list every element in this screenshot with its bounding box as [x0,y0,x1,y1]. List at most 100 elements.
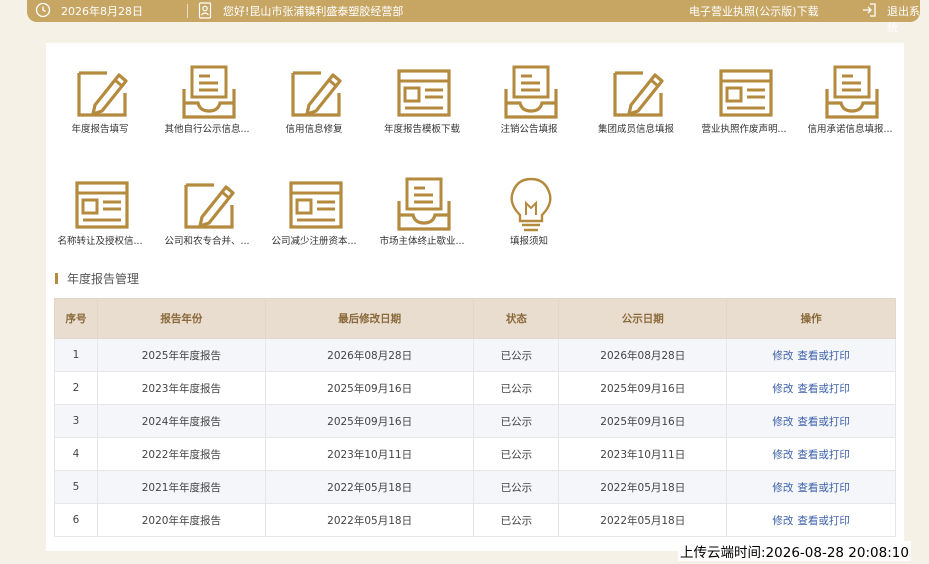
tile-13[interactable]: 填报须知 [480,155,578,255]
cell-published: 2023年10月11日 [558,437,728,471]
pencil-edit-icon [613,71,664,117]
col-header-no: 序号 [54,298,98,339]
annual-report-table: 序号 报告年份 最后修改日期 状态 公示日期 操作 1 2025年年度报告 2026… [54,298,896,537]
divider [187,4,188,18]
cell-modified: 2025年09月16日 [264,371,475,405]
pencil-edit-icon [184,183,235,229]
tile-9[interactable]: 名称转让及授权信... [51,155,149,255]
view-print-link[interactable]: 查看或打印 [797,416,850,428]
tile-10[interactable]: 公司和农专合并、... [158,155,256,255]
cell-year: 2020年年度报告 [96,503,266,537]
cell-published: 2025年09月16日 [558,371,728,405]
tile-label: 其他自行公示信息... [164,124,250,135]
inbox-tray-icon [397,177,451,231]
tile-3[interactable]: 信用信息修复 [265,43,363,143]
cell-actions: 修改 查看或打印 [726,371,896,405]
clock-icon [35,2,51,18]
pencil-edit-icon [291,71,342,117]
cell-year: 2025年年度报告 [96,338,266,372]
col-header-year: 报告年份 [96,298,266,339]
lightbulb-icon [510,177,552,232]
cell-status: 已公示 [473,404,560,438]
edit-link[interactable]: 修改 [772,449,793,461]
cell-published: 2025年09月16日 [558,404,728,438]
table-row: 4 2022年年度报告 2023年10月11日 已公示 2023年10月11日 修改 查看或… [54,437,896,471]
view-print-link[interactable]: 查看或打印 [797,515,850,527]
cell-status: 已公示 [473,470,560,504]
tile-label: 集团成员信息填报 [597,124,674,135]
view-print-link[interactable]: 查看或打印 [797,449,850,461]
top-bar: 2026年8月28日 您好!昆山市张浦镇利盛泰塑胶经营部 电子营业执照(公示版)… [27,0,920,34]
section-marker [55,273,58,284]
cell-no: 4 [54,437,98,471]
tile-11[interactable]: 公司减少注册资本... [265,155,363,255]
cell-no: 3 [54,404,98,438]
tile-12[interactable]: 市场主体终止歇业... [373,155,471,255]
user-icon [198,2,212,19]
tile-label: 市场主体终止歇业... [379,236,465,247]
edit-link[interactable]: 修改 [772,515,793,527]
cell-modified: 2023年10月11日 [264,437,475,471]
pencil-edit-icon [77,71,128,117]
tile-8[interactable]: 信用承诺信息填报... [801,43,899,143]
cell-no: 1 [54,338,98,372]
tile-1[interactable]: 年度报告填写 [51,43,149,143]
current-date: 2026年8月28日 [61,5,143,18]
cell-actions: 修改 查看或打印 [726,338,896,372]
tile-label: 名称转让及授权信... [57,236,143,247]
license-download-link[interactable]: 电子营业执照(公示版)下载 [689,3,819,19]
cell-year: 2023年年度报告 [96,371,266,405]
tile-4[interactable]: 年度报告模板下载 [373,43,471,143]
tile-2[interactable]: 其他自行公示信息... [158,43,256,143]
cell-modified: 2025年09月16日 [264,404,475,438]
cell-no: 2 [54,371,98,405]
cell-no: 6 [54,503,98,537]
section-title-text: 年度报告管理 [67,272,140,286]
logout-icon[interactable] [861,2,877,18]
cell-published: 2022年05月18日 [558,470,728,504]
table-header-row: 序号 报告年份 最后修改日期 状态 公示日期 操作 [54,298,896,339]
main-panel: 年度报告填写 其他自行公示信息... 信用信息修复 年度报告模板下载 注销公告填报 集团成… [46,43,904,551]
cell-actions: 修改 查看或打印 [726,470,896,504]
function-tiles: 年度报告填写 其他自行公示信息... 信用信息修复 年度报告模板下载 注销公告填报 集团成… [46,43,904,263]
inbox-tray-icon [825,65,879,119]
cell-actions: 修改 查看或打印 [726,437,896,471]
table-row: 2 2023年年度报告 2025年09月16日 已公示 2025年09月16日 修改 查看或… [54,371,896,405]
form-window-icon [289,181,343,229]
tile-label: 注销公告填报 [500,124,558,135]
upload-timestamp: 上传云端时间:2026-08-28 20:08:10 [678,541,911,561]
tile-5[interactable]: 注销公告填报 [480,43,578,143]
cell-actions: 修改 查看或打印 [726,404,896,438]
edit-link[interactable]: 修改 [772,350,793,362]
tile-label: 信用信息修复 [285,124,343,135]
table-row: 6 2020年年度报告 2022年05月18日 已公示 2022年05月18日 修改 查看或… [54,503,896,537]
greeting-text: 您好!昆山市张浦镇利盛泰塑胶经营部 [223,5,404,18]
cell-status: 已公示 [473,338,560,372]
cell-published: 2026年08月28日 [558,338,728,372]
form-window-icon [75,181,129,229]
col-header-actions: 操作 [726,298,896,339]
edit-link[interactable]: 修改 [772,383,793,395]
tile-6[interactable]: 集团成员信息填报 [587,43,685,143]
edit-link[interactable]: 修改 [772,482,793,494]
cell-modified: 2022年05月18日 [264,470,475,504]
cell-year: 2024年年度报告 [96,404,266,438]
tile-label: 公司和农专合并、... [164,236,250,247]
view-print-link[interactable]: 查看或打印 [797,482,850,494]
cell-modified: 2026年08月28日 [264,338,475,372]
edit-link[interactable]: 修改 [772,416,793,428]
tile-7[interactable]: 营业执照作废声明... [695,43,793,143]
view-print-link[interactable]: 查看或打印 [797,383,850,395]
cell-status: 已公示 [473,437,560,471]
cell-no: 5 [54,470,98,504]
cell-year: 2021年年度报告 [96,470,266,504]
view-print-link[interactable]: 查看或打印 [797,350,850,362]
tile-label: 年度报告填写 [71,124,129,135]
col-header-status: 状态 [473,298,560,339]
tile-label: 信用承诺信息填报... [807,124,893,135]
table-row: 5 2021年年度报告 2022年05月18日 已公示 2022年05月18日 修改 查看或… [54,470,896,504]
table-row: 3 2024年年度报告 2025年09月16日 已公示 2025年09月16日 修改 查看或… [54,404,896,438]
tile-label: 填报须知 [509,236,548,247]
logout-link[interactable]: 退出系统 [887,3,920,35]
form-window-icon [719,69,773,117]
